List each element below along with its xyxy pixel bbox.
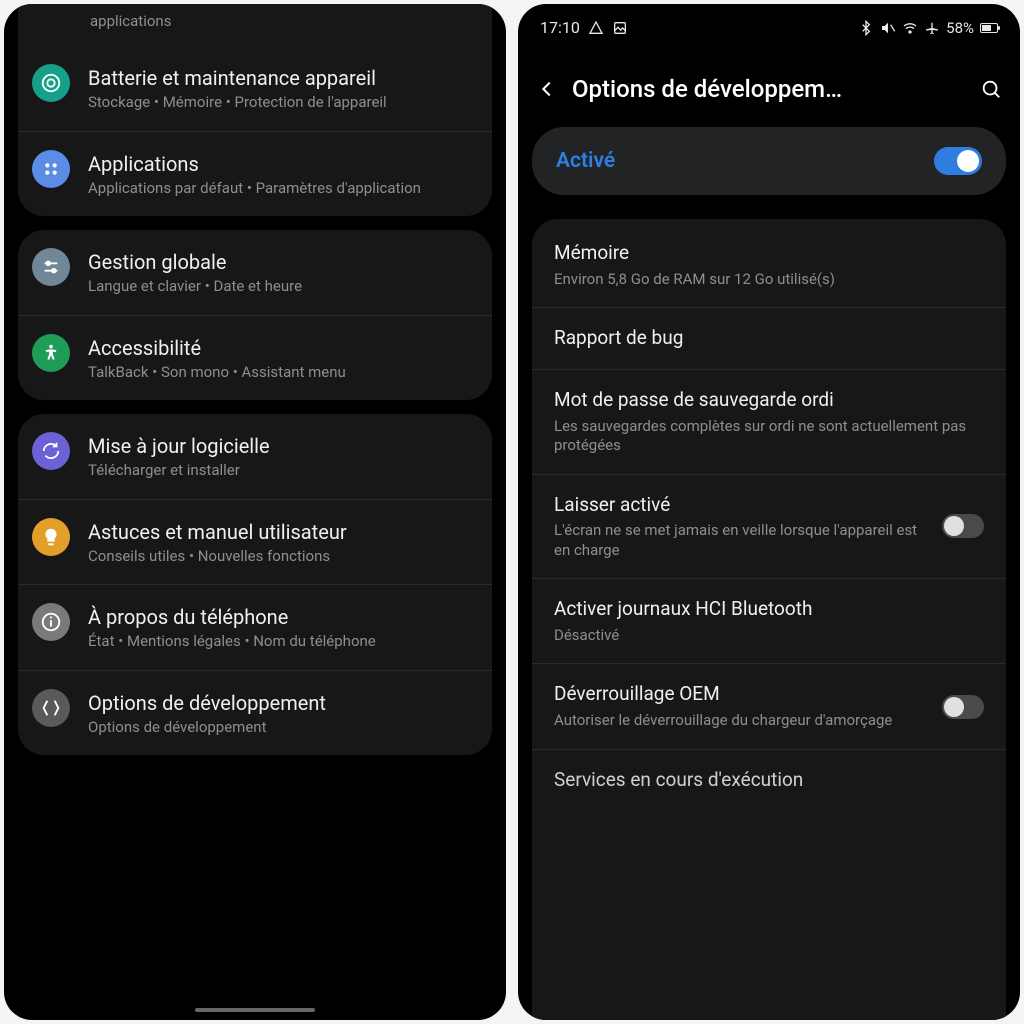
page-title: Options de développem…	[572, 75, 966, 103]
settings-group-1: Gestion globale Langue et clavier • Date…	[18, 230, 492, 400]
item-title: Laisser activé	[554, 493, 928, 518]
dev-item-hci-log[interactable]: Activer journaux HCI Bluetooth Désactivé	[532, 578, 1006, 663]
item-subtitle: Environ 5,8 Go de RAM sur 12 Go utilisé(…	[554, 270, 984, 290]
settings-row-battery[interactable]: Batterie et maintenance appareil Stockag…	[18, 46, 492, 131]
dev-item-memory[interactable]: Mémoire Environ 5,8 Go de RAM sur 12 Go …	[532, 223, 1006, 307]
back-icon[interactable]	[536, 78, 558, 100]
row-subtitle: Télécharger et installer	[88, 461, 478, 481]
home-indicator[interactable]	[195, 1008, 315, 1012]
stay-awake-toggle[interactable]	[942, 514, 984, 538]
row-subtitle: Stockage • Mémoire • Protection de l'app…	[88, 93, 478, 113]
row-title: Astuces et manuel utilisateur	[88, 520, 478, 545]
battery-icon	[980, 23, 998, 33]
oem-unlock-toggle[interactable]	[942, 695, 984, 719]
row-subtitle: Options de développement	[88, 718, 478, 738]
settings-row-update[interactable]: Mise à jour logicielle Télécharger et in…	[18, 414, 492, 499]
dev-icon	[32, 689, 70, 727]
update-icon	[32, 432, 70, 470]
item-subtitle: Les sauvegardes complètes sur ordi ne so…	[554, 417, 984, 456]
master-toggle-label: Activé	[556, 149, 615, 173]
settings-group-0: applications Batterie et maintenance app…	[18, 4, 492, 216]
settings-group-2: Mise à jour logicielle Télécharger et in…	[18, 414, 492, 755]
row-subtitle: TalkBack • Son mono • Assistant menu	[88, 363, 478, 383]
master-toggle-row[interactable]: Activé	[532, 127, 1006, 195]
settings-row-developer[interactable]: Options de développement Options de déve…	[18, 670, 492, 756]
dev-item-stay-awake[interactable]: Laisser activé L'écran ne se met jamais …	[532, 474, 1006, 579]
sliders-icon	[32, 248, 70, 286]
settings-row-general[interactable]: Gestion globale Langue et clavier • Date…	[18, 230, 492, 315]
dev-item-oem-unlock[interactable]: Déverrouillage OEM Autoriser le déverrou…	[532, 663, 1006, 748]
item-title: Activer journaux HCI Bluetooth	[554, 597, 984, 622]
partial-row-subtitle: applications	[18, 4, 492, 46]
tips-icon	[32, 518, 70, 556]
airplane-icon	[924, 20, 940, 36]
image-icon	[612, 20, 628, 36]
accessibility-icon	[32, 334, 70, 372]
row-title: Accessibilité	[88, 336, 478, 361]
dev-item-bugreport[interactable]: Rapport de bug	[532, 307, 1006, 369]
cloud-icon	[588, 20, 604, 36]
dev-options-list: Mémoire Environ 5,8 Go de RAM sur 12 Go …	[532, 219, 1006, 1020]
developer-options-screen: 17:10 58% Options de développem… Activé …	[518, 4, 1020, 1020]
row-subtitle: Langue et clavier • Date et heure	[88, 277, 478, 297]
row-subtitle: Conseils utiles • Nouvelles fonctions	[88, 547, 478, 567]
dev-item-running-services[interactable]: Services en cours d'exécution	[532, 749, 1006, 811]
mute-icon	[880, 20, 896, 36]
settings-main-screen: applications Batterie et maintenance app…	[4, 4, 506, 1020]
item-title: Mot de passe de sauvegarde ordi	[554, 388, 984, 413]
row-title: Applications	[88, 152, 478, 177]
settings-row-about[interactable]: À propos du téléphone État • Mentions lé…	[18, 584, 492, 670]
status-time: 17:10	[540, 18, 580, 37]
settings-row-accessibility[interactable]: Accessibilité TalkBack • Son mono • Assi…	[18, 315, 492, 401]
info-icon	[32, 603, 70, 641]
row-subtitle: Applications par défaut • Paramètres d'a…	[88, 179, 478, 199]
row-title: Options de développement	[88, 691, 478, 716]
apps-icon	[32, 150, 70, 188]
row-title: Mise à jour logicielle	[88, 434, 478, 459]
row-subtitle: État • Mentions légales • Nom du télépho…	[88, 632, 478, 652]
row-title: Gestion globale	[88, 250, 478, 275]
item-title: Rapport de bug	[554, 326, 984, 351]
row-title: Batterie et maintenance appareil	[88, 66, 478, 91]
title-bar: Options de développem…	[518, 47, 1020, 121]
item-subtitle: L'écran ne se met jamais en veille lorsq…	[554, 521, 928, 560]
bluetooth-icon	[858, 20, 874, 36]
item-subtitle: Désactivé	[554, 626, 984, 646]
device-care-icon	[32, 64, 70, 102]
wifi-icon	[902, 20, 918, 36]
item-title: Services en cours d'exécution	[554, 768, 984, 793]
item-subtitle: Autoriser le déverrouillage du chargeur …	[554, 711, 928, 731]
dev-item-backup-password[interactable]: Mot de passe de sauvegarde ordi Les sauv…	[532, 369, 1006, 474]
status-bar: 17:10 58%	[518, 4, 1020, 47]
row-title: À propos du téléphone	[88, 605, 478, 630]
battery-percent: 58%	[946, 19, 974, 37]
settings-row-tips[interactable]: Astuces et manuel utilisateur Conseils u…	[18, 499, 492, 585]
master-toggle[interactable]	[934, 147, 982, 175]
item-title: Mémoire	[554, 241, 984, 266]
item-title: Déverrouillage OEM	[554, 682, 928, 707]
settings-row-applications[interactable]: Applications Applications par défaut • P…	[18, 131, 492, 217]
search-icon[interactable]	[980, 78, 1002, 100]
